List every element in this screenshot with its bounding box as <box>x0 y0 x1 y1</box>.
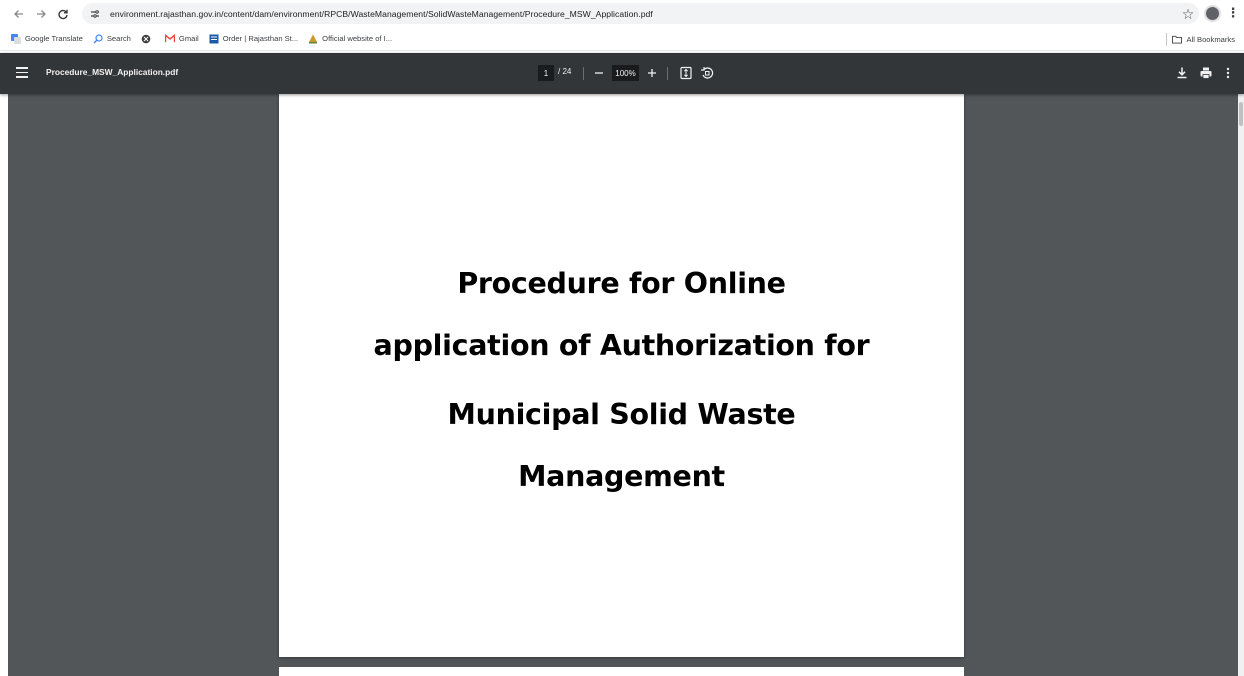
scrollbar-thumb[interactable] <box>1239 102 1243 126</box>
pdf-page <box>279 667 964 676</box>
google-translate-icon <box>11 33 21 44</box>
menu-icon[interactable] <box>16 67 28 79</box>
print-icon[interactable] <box>1199 66 1213 80</box>
all-bookmarks-button[interactable]: All Bookmarks <box>1167 29 1240 49</box>
document-icon <box>209 34 219 44</box>
forward-arrow-icon[interactable] <box>30 3 52 25</box>
toolbar-divider <box>583 67 584 80</box>
bookmark-google-translate[interactable]: Google Translate <box>6 29 88 49</box>
download-icon[interactable] <box>1176 66 1188 80</box>
bookmark-order-rajasthan[interactable]: Order | Rajasthan St... <box>204 29 303 49</box>
page-total: / 24 <box>558 67 572 76</box>
bookmark-globe[interactable] <box>136 29 160 49</box>
back-arrow-icon[interactable] <box>8 3 30 25</box>
window-edge <box>0 94 8 676</box>
pdf-page: Procedure for Online application of Auth… <box>279 94 964 657</box>
document-title-line: application of Authorization for <box>373 329 870 362</box>
page-number-input[interactable]: 1 <box>538 65 554 81</box>
address-bar[interactable]: environment.rajasthan.gov.in/content/dam… <box>82 3 1199 24</box>
browser-toolbar: environment.rajasthan.gov.in/content/dam… <box>0 0 1244 27</box>
folder-icon <box>1172 34 1183 44</box>
url-text[interactable]: environment.rajasthan.gov.in/content/dam… <box>110 9 653 19</box>
rotate-icon[interactable] <box>700 66 714 80</box>
pdf-toolbar: Procedure_MSW_Application.pdf 1 / 24 100… <box>0 53 1244 94</box>
bookmarks-bar: Google Translate Search Gmail Order | Ra… <box>0 27 1244 51</box>
search-icon <box>93 33 103 44</box>
site-info-icon[interactable] <box>86 5 104 23</box>
more-options-icon[interactable] <box>1225 66 1231 80</box>
star-icon[interactable]: ☆ <box>1179 5 1197 23</box>
pdf-document-viewport[interactable]: Procedure for Online application of Auth… <box>0 94 1238 676</box>
document-title-line: Municipal Solid Waste <box>447 398 796 431</box>
fit-to-page-icon[interactable] <box>679 66 693 80</box>
document-title-line: Procedure for Online <box>457 267 786 300</box>
reload-icon[interactable] <box>52 3 74 25</box>
gmail-icon <box>164 34 175 44</box>
bookmark-search[interactable]: Search <box>88 29 136 49</box>
document-title-line: Management <box>518 460 725 493</box>
scrollbar[interactable] <box>1238 94 1244 676</box>
bookmark-gmail[interactable]: Gmail <box>160 29 204 49</box>
profile-avatar[interactable] <box>1204 5 1221 22</box>
kebab-menu-icon[interactable]: ⋮ <box>1227 4 1240 22</box>
toolbar-divider <box>667 67 668 80</box>
bookmark-official-website[interactable]: Official website of I... <box>303 29 397 49</box>
pdf-file-name: Procedure_MSW_Application.pdf <box>46 67 179 77</box>
emblem-icon <box>308 34 318 44</box>
zoom-out-button[interactable] <box>592 64 606 82</box>
globe-icon <box>141 34 151 44</box>
zoom-input[interactable]: 100% <box>612 65 639 81</box>
zoom-in-button[interactable] <box>645 64 659 82</box>
